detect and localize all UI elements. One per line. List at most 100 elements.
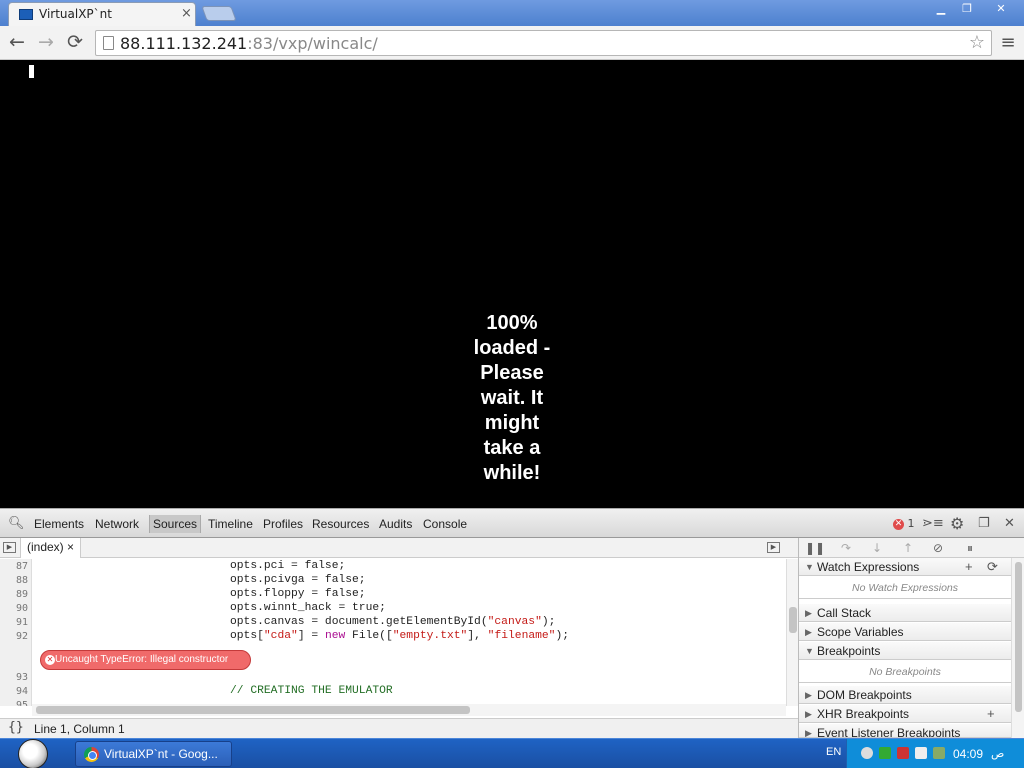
tray-app-icon[interactable] <box>861 747 873 759</box>
navigator-toggle-icon[interactable]: ▶ <box>3 542 16 553</box>
dock-icon[interactable]: ❐ <box>978 516 990 531</box>
devtools-close-icon[interactable]: ✕ <box>1004 516 1015 531</box>
text-cursor <box>29 65 34 78</box>
pretty-print-button[interactable]: {} <box>8 720 24 735</box>
start-button[interactable] <box>18 739 48 768</box>
code-horizontal-scrollbar[interactable] <box>32 704 786 716</box>
page-icon <box>103 36 114 50</box>
scroll-thumb[interactable] <box>36 706 470 714</box>
line-number[interactable]: 91 <box>0 617 28 628</box>
code-line: opts.pci = false; <box>230 560 346 572</box>
loading-message: 100% loaded - Please wait. It might take… <box>473 312 551 484</box>
tab-resources[interactable]: Resources <box>312 517 369 531</box>
browser-tab[interactable]: VirtualXP`nt × <box>8 2 196 26</box>
add-xhr-breakpoint-icon[interactable]: + <box>987 705 995 723</box>
tab-elements[interactable]: Elements <box>34 517 84 531</box>
tab-network[interactable]: Network <box>95 517 139 531</box>
dom-breakpoints-header[interactable]: ▶ DOM Breakpoints <box>799 686 1011 704</box>
line-number[interactable]: 89 <box>0 589 28 600</box>
breakpoints-header[interactable]: ▼ Breakpoints <box>799 642 1011 660</box>
code-line: opts.canvas = document.getElementById("c… <box>230 616 555 628</box>
console-drawer-icon[interactable]: ⋗≡ <box>922 516 944 531</box>
language-indicator[interactable]: EN <box>826 746 841 758</box>
search-icon[interactable]: 🔍︎ <box>8 516 25 531</box>
error-x-icon: ✕ <box>45 655 55 665</box>
tray-app-icon[interactable] <box>933 747 945 759</box>
no-breakpoints: No Breakpoints <box>799 661 1011 683</box>
error-counter[interactable]: ✕ 1 <box>893 517 915 530</box>
step-out-icon[interactable]: ↑ <box>899 540 917 556</box>
sidebar-scrollbar[interactable] <box>1011 558 1024 738</box>
tab-title: VirtualXP`nt <box>39 7 112 21</box>
add-watch-icon[interactable]: + <box>965 558 973 576</box>
line-number[interactable]: 93 <box>0 672 28 683</box>
code-line: opts.floppy = false; <box>230 588 366 600</box>
line-number[interactable]: 94 <box>0 686 28 697</box>
refresh-icon[interactable]: ⟳ <box>987 558 998 576</box>
maximize-button[interactable]: ❐ <box>954 1 980 17</box>
collapse-triangle-icon: ▶ <box>805 627 812 637</box>
pause-icon[interactable]: ❚❚ <box>805 540 825 556</box>
minimize-button[interactable]: ▁ <box>928 1 954 17</box>
error-message: Uncaught TypeError: Illegal constructor <box>55 654 229 665</box>
taskbar-window-label: VirtualXP`nt - Goog... <box>104 747 218 761</box>
settings-gear-icon[interactable]: ⚙ <box>950 514 964 533</box>
editor-status-bar: {} Line 1, Column 1 <box>0 718 798 738</box>
security-shield-icon[interactable] <box>897 747 909 759</box>
line-number[interactable]: 95 <box>0 700 28 706</box>
step-into-icon[interactable]: ↓ <box>868 540 886 556</box>
taskbar-window-button[interactable]: VirtualXP`nt - Goog... <box>75 741 232 767</box>
watch-expressions-header[interactable]: ▼ Watch Expressions + ⟳ <box>799 558 1011 576</box>
forward-button[interactable]: → <box>35 32 57 54</box>
code-line: opts.winnt_hack = true; <box>230 602 386 614</box>
call-stack-label: Call Stack <box>817 606 872 620</box>
file-tab-close[interactable]: × <box>67 540 74 554</box>
call-stack-header[interactable]: ▶ Call Stack <box>799 604 1011 622</box>
line-number[interactable]: 92 <box>0 631 28 642</box>
event-listener-breakpoints-header[interactable]: ▶ Event Listener Breakpoints <box>799 724 1011 738</box>
devtools-panel: 🔍︎ Elements Network Sources Timeline Pro… <box>0 508 1024 738</box>
url-text: 88.111.132.241:83/vxp/wincalc/ <box>120 34 378 53</box>
line-number[interactable]: 88 <box>0 575 28 586</box>
address-bar[interactable]: 88.111.132.241:83/vxp/wincalc/ ☆ <box>95 30 992 56</box>
error-icon: ✕ <box>893 518 904 530</box>
line-number[interactable]: 87 <box>0 561 28 572</box>
deactivate-breakpoints-icon[interactable]: ⊘ <box>929 540 947 556</box>
code-token: File([ <box>345 630 393 642</box>
tab-sources[interactable]: Sources <box>149 515 202 533</box>
scroll-thumb[interactable] <box>1015 562 1022 712</box>
dom-breakpoints-label: DOM Breakpoints <box>817 688 912 702</box>
step-over-icon[interactable]: ↷ <box>837 540 855 556</box>
screen: VirtualXP`nt × ▁ ❐ ✕ ← → ⟳ 88.111.132.24… <box>0 0 1024 768</box>
reload-button[interactable]: ⟳ <box>64 32 86 54</box>
clock-time[interactable]: 04:09 <box>953 747 983 761</box>
devtools-toolbar: 🔍︎ Elements Network Sources Timeline Pro… <box>0 508 1024 538</box>
xhr-breakpoints-header[interactable]: ▶ XHR Breakpoints + <box>799 705 1011 723</box>
keyword-token: new <box>324 630 346 642</box>
debugger-sidebar: ❚❚ ↷ ↓ ↑ ⊘ ⏸ ▼ Watch Expressions + ⟳ No … <box>798 538 1024 738</box>
bookmark-star-icon[interactable]: ☆ <box>969 32 985 53</box>
scope-variables-header[interactable]: ▶ Scope Variables <box>799 623 1011 641</box>
scope-variables-label: Scope Variables <box>817 625 904 639</box>
menu-icon[interactable]: ≡ <box>998 32 1018 53</box>
tab-audits[interactable]: Audits <box>379 517 412 531</box>
tab-close-button[interactable]: × <box>181 6 192 21</box>
pause-on-exceptions-icon[interactable]: ⏸ <box>961 540 979 556</box>
tab-console[interactable]: Console <box>423 517 467 531</box>
code-token: opts[ <box>230 630 264 642</box>
window-close-button[interactable]: ✕ <box>982 1 1020 17</box>
tab-timeline[interactable]: Timeline <box>208 517 253 531</box>
volume-icon[interactable] <box>915 747 927 759</box>
file-tab-label: (index) <box>27 540 64 554</box>
new-tab-button[interactable] <box>201 6 237 21</box>
scroll-thumb[interactable] <box>789 607 797 633</box>
page-canvas[interactable]: 100% loaded - Please wait. It might take… <box>0 61 1024 508</box>
code-vertical-scrollbar[interactable] <box>786 559 798 706</box>
code-editor[interactable]: 87 88 89 90 91 92 93 94 95 opts.pci = fa… <box>0 559 786 706</box>
tab-profiles[interactable]: Profiles <box>263 517 303 531</box>
network-icon[interactable] <box>879 747 891 759</box>
line-number[interactable]: 90 <box>0 603 28 614</box>
sidebar-toggle-icon[interactable]: ▶ <box>767 542 780 553</box>
back-button[interactable]: ← <box>6 32 28 54</box>
file-tab-index[interactable]: (index) × <box>20 538 82 558</box>
